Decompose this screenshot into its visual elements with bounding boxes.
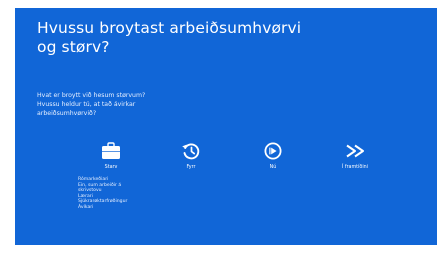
intro-line-2: Hvussu heldur tú, at tað ávirkar	[37, 101, 136, 108]
intro-line-1: Hvat er broytt við hesum størvum?	[37, 92, 146, 99]
column-label-fyrr: Fyrr	[186, 165, 196, 170]
slide-title-line-2: og størv?	[37, 38, 110, 56]
column-fyrr: Fyrr	[161, 141, 221, 171]
column-label-nu: Nú	[269, 165, 277, 170]
briefcase-icon	[102, 142, 120, 159]
column-starv: Starv	[81, 141, 141, 171]
column-label-framtid: Í framtíðini	[341, 165, 369, 170]
column-framtid: Í framtíðini	[325, 141, 385, 171]
play-icon	[264, 142, 282, 160]
job-list: Rómarkeðiari Ein, sum arbeiðir á skrivst…	[78, 177, 168, 211]
slide-title-line-1: Hvussu broytast arbeiðsumhvørvi	[37, 19, 302, 37]
slide-title: Hvussu broytast arbeiðsumhvørvi og størv…	[37, 19, 397, 57]
slide: Hvussu broytast arbeiðsumhvørvi og størv…	[15, 8, 437, 245]
intro-text: Hvat er broytt við hesum størvum? Hvussu…	[37, 91, 237, 118]
column-label-starv: Starv	[104, 165, 118, 170]
job-list-item: Ávíkari	[78, 204, 94, 210]
intro-line-3: arbeiðsumhvørvið?	[37, 110, 97, 117]
history-icon	[182, 143, 200, 160]
fast-forward-icon	[346, 144, 364, 158]
column-nu: Nú	[243, 141, 303, 171]
